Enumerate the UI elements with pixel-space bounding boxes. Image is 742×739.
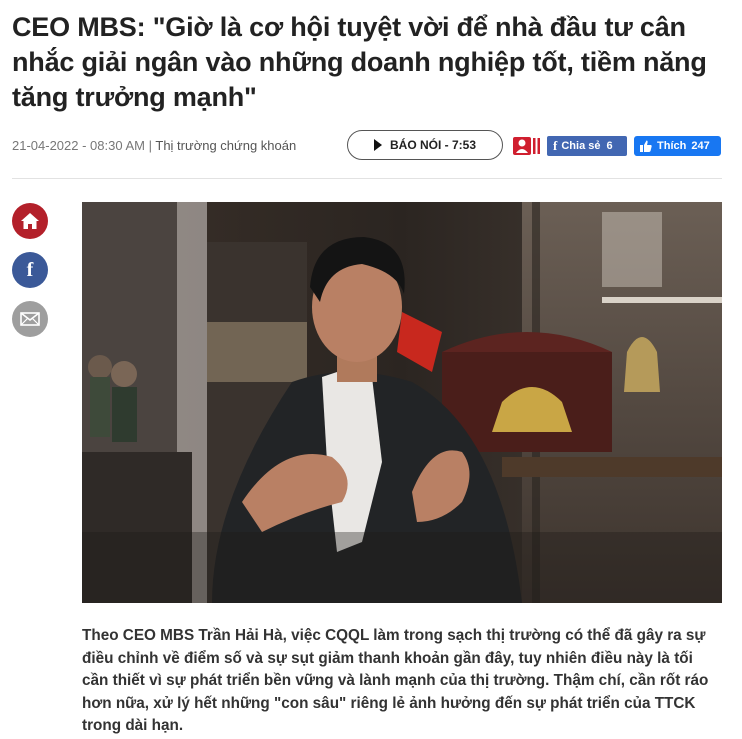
mail-icon: [20, 312, 40, 326]
header-divider: [12, 178, 722, 179]
social-share-column: f: [12, 203, 48, 350]
share-label: Chia sẻ: [561, 140, 601, 152]
article-category-link[interactable]: Thị trường chứng khoán: [155, 138, 296, 153]
facebook-share-button[interactable]: f Chia sẻ 6: [547, 136, 627, 156]
article-date: 21-04-2022 - 08:30 AM: [12, 138, 145, 153]
home-button[interactable]: [12, 203, 48, 239]
facebook-like-button[interactable]: Thích 247: [634, 136, 721, 156]
meta-separator: |: [148, 138, 152, 153]
facebook-f-icon: f: [553, 138, 558, 153]
facebook-icon: f: [26, 258, 34, 281]
share-count: 6: [606, 140, 613, 152]
article-meta: 21-04-2022 - 08:30 AM | Thị trường chứng…: [12, 138, 296, 153]
audio-play-button[interactable]: BÁO NÓI - 7:53: [347, 130, 503, 160]
audio-label: BÁO NÓI - 7:53: [389, 138, 476, 152]
article-meta-bar: 21-04-2022 - 08:30 AM | Thị trường chứng…: [12, 130, 727, 162]
facebook-button[interactable]: f: [12, 252, 48, 288]
home-icon: [21, 213, 39, 229]
user-list-icon[interactable]: [513, 136, 541, 156]
email-button[interactable]: [12, 301, 48, 337]
article-sapo: Theo CEO MBS Trần Hải Hà, việc CQQL làm …: [82, 627, 709, 734]
article-title: CEO MBS: "Giờ là cơ hội tuyệt vời để nhà…: [12, 12, 707, 112]
thumbs-up-icon: [640, 140, 652, 152]
ceo-portrait-image: [82, 202, 722, 603]
play-icon: [373, 139, 382, 151]
article-photo: [82, 202, 722, 603]
like-count: 247: [691, 140, 710, 152]
like-label: Thích: [657, 140, 687, 152]
